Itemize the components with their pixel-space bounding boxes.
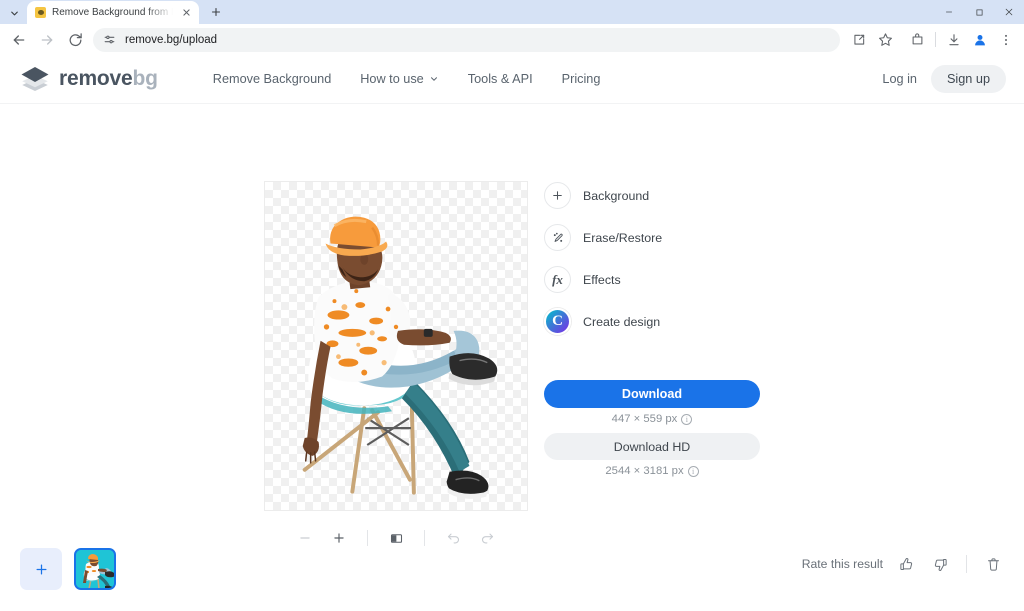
signup-button[interactable]: Sign up (931, 65, 1006, 93)
thumbnail-image (76, 550, 116, 590)
brand-logo[interactable]: removebg (20, 66, 158, 92)
close-icon[interactable] (179, 6, 193, 20)
thumbs-down-icon[interactable] (929, 553, 951, 575)
download-dimensions: 447 × 559 px i (544, 408, 760, 433)
star-icon[interactable] (873, 28, 897, 52)
tool-erase-restore[interactable]: Erase/Restore (544, 224, 760, 251)
result-thumbnail[interactable] (74, 548, 116, 590)
thumbnail-strip (20, 548, 116, 590)
fx-icon: fx (544, 266, 571, 293)
nav-label: Tools & API (468, 72, 533, 86)
nav-label: Pricing (562, 72, 601, 86)
extensions-icon[interactable] (905, 28, 929, 52)
nav-label: How to use (360, 72, 423, 86)
header-actions: Log in Sign up (882, 65, 1006, 93)
download-hd-dimensions-text: 2544 × 3181 px (605, 465, 683, 477)
download-dimensions-text: 447 × 559 px (612, 413, 678, 425)
window-controls (934, 0, 1024, 24)
downloads-icon[interactable] (942, 28, 966, 52)
editor-tools-panel: Background Erase/Restore fx Effect (544, 182, 760, 350)
rate-result-area: Rate this result (802, 553, 1004, 575)
brand-text: removebg (59, 67, 158, 91)
new-tab-button[interactable] (205, 2, 227, 22)
tool-create-design[interactable]: C Create design (544, 308, 760, 335)
forward-arrow-icon[interactable] (34, 27, 60, 53)
window-close-button[interactable] (994, 0, 1024, 24)
image-canvas[interactable] (264, 181, 528, 511)
install-app-icon[interactable] (847, 28, 871, 52)
result-image (265, 182, 527, 510)
download-hd-dimensions: 2544 × 3181 px i (544, 460, 760, 485)
three-dot-menu-icon[interactable] (994, 28, 1018, 52)
canva-c-icon: C (544, 308, 571, 335)
nav-item-pricing[interactable]: Pricing (562, 72, 601, 86)
tool-label: Background (583, 189, 649, 203)
tool-label: Create design (583, 315, 660, 329)
removebg-favicon-icon (35, 7, 46, 18)
window-minimize-button[interactable] (934, 0, 964, 24)
magic-brush-icon (544, 224, 571, 251)
footer-divider (966, 555, 967, 573)
nav-item-tools-api[interactable]: Tools & API (468, 72, 533, 86)
brand-primary: remove (59, 67, 133, 90)
nav-label: Remove Background (213, 72, 331, 86)
layers-diamond-logo (20, 66, 50, 92)
tool-effects[interactable]: fx Effects (544, 266, 760, 293)
trash-icon[interactable] (982, 553, 1004, 575)
nav-item-how-to-use[interactable]: How to use (360, 72, 438, 86)
browser-tab-strip: Remove Background from Imag (0, 0, 1024, 24)
chevron-down-icon (429, 74, 439, 84)
browser-toolbar: remove.bg/upload (0, 24, 1024, 55)
address-bar-url: remove.bg/upload (125, 34, 217, 46)
nav-item-remove-background[interactable]: Remove Background (213, 72, 331, 86)
tool-label: Effects (583, 273, 621, 287)
editor-workspace: Background Erase/Restore fx Effect (0, 104, 1024, 611)
page-content: removebg Remove Background How to use To… (0, 55, 1024, 611)
tool-background[interactable]: Background (544, 182, 760, 209)
reload-icon[interactable] (62, 27, 88, 53)
profile-avatar-icon[interactable] (968, 28, 992, 52)
brand-secondary: bg (133, 67, 158, 90)
download-hd-button[interactable]: Download HD (544, 433, 760, 460)
download-section: Download 447 × 559 px i Download HD 2544… (544, 380, 760, 485)
tab-search-button[interactable] (3, 3, 25, 23)
add-image-button[interactable] (20, 548, 62, 590)
info-circle-icon[interactable]: i (681, 414, 692, 425)
plus-icon (544, 182, 571, 209)
browser-tab[interactable]: Remove Background from Imag (27, 1, 199, 24)
site-header: removebg Remove Background How to use To… (0, 55, 1024, 104)
login-link[interactable]: Log in (882, 72, 917, 86)
address-bar[interactable]: remove.bg/upload (93, 28, 840, 52)
main-navigation: Remove Background How to use Tools & API… (213, 72, 601, 86)
editor-footer: Rate this result (0, 539, 1024, 611)
back-arrow-icon[interactable] (6, 27, 32, 53)
tab-title: Remove Background from Imag (52, 7, 173, 18)
info-circle-icon[interactable]: i (688, 466, 699, 477)
tool-label: Erase/Restore (583, 231, 662, 245)
toolbar-divider (935, 32, 936, 47)
window-maximize-button[interactable] (964, 0, 994, 24)
download-button[interactable]: Download (544, 380, 760, 408)
rate-label: Rate this result (802, 557, 883, 571)
tune-icon[interactable] (103, 33, 117, 46)
thumbs-up-icon[interactable] (895, 553, 917, 575)
